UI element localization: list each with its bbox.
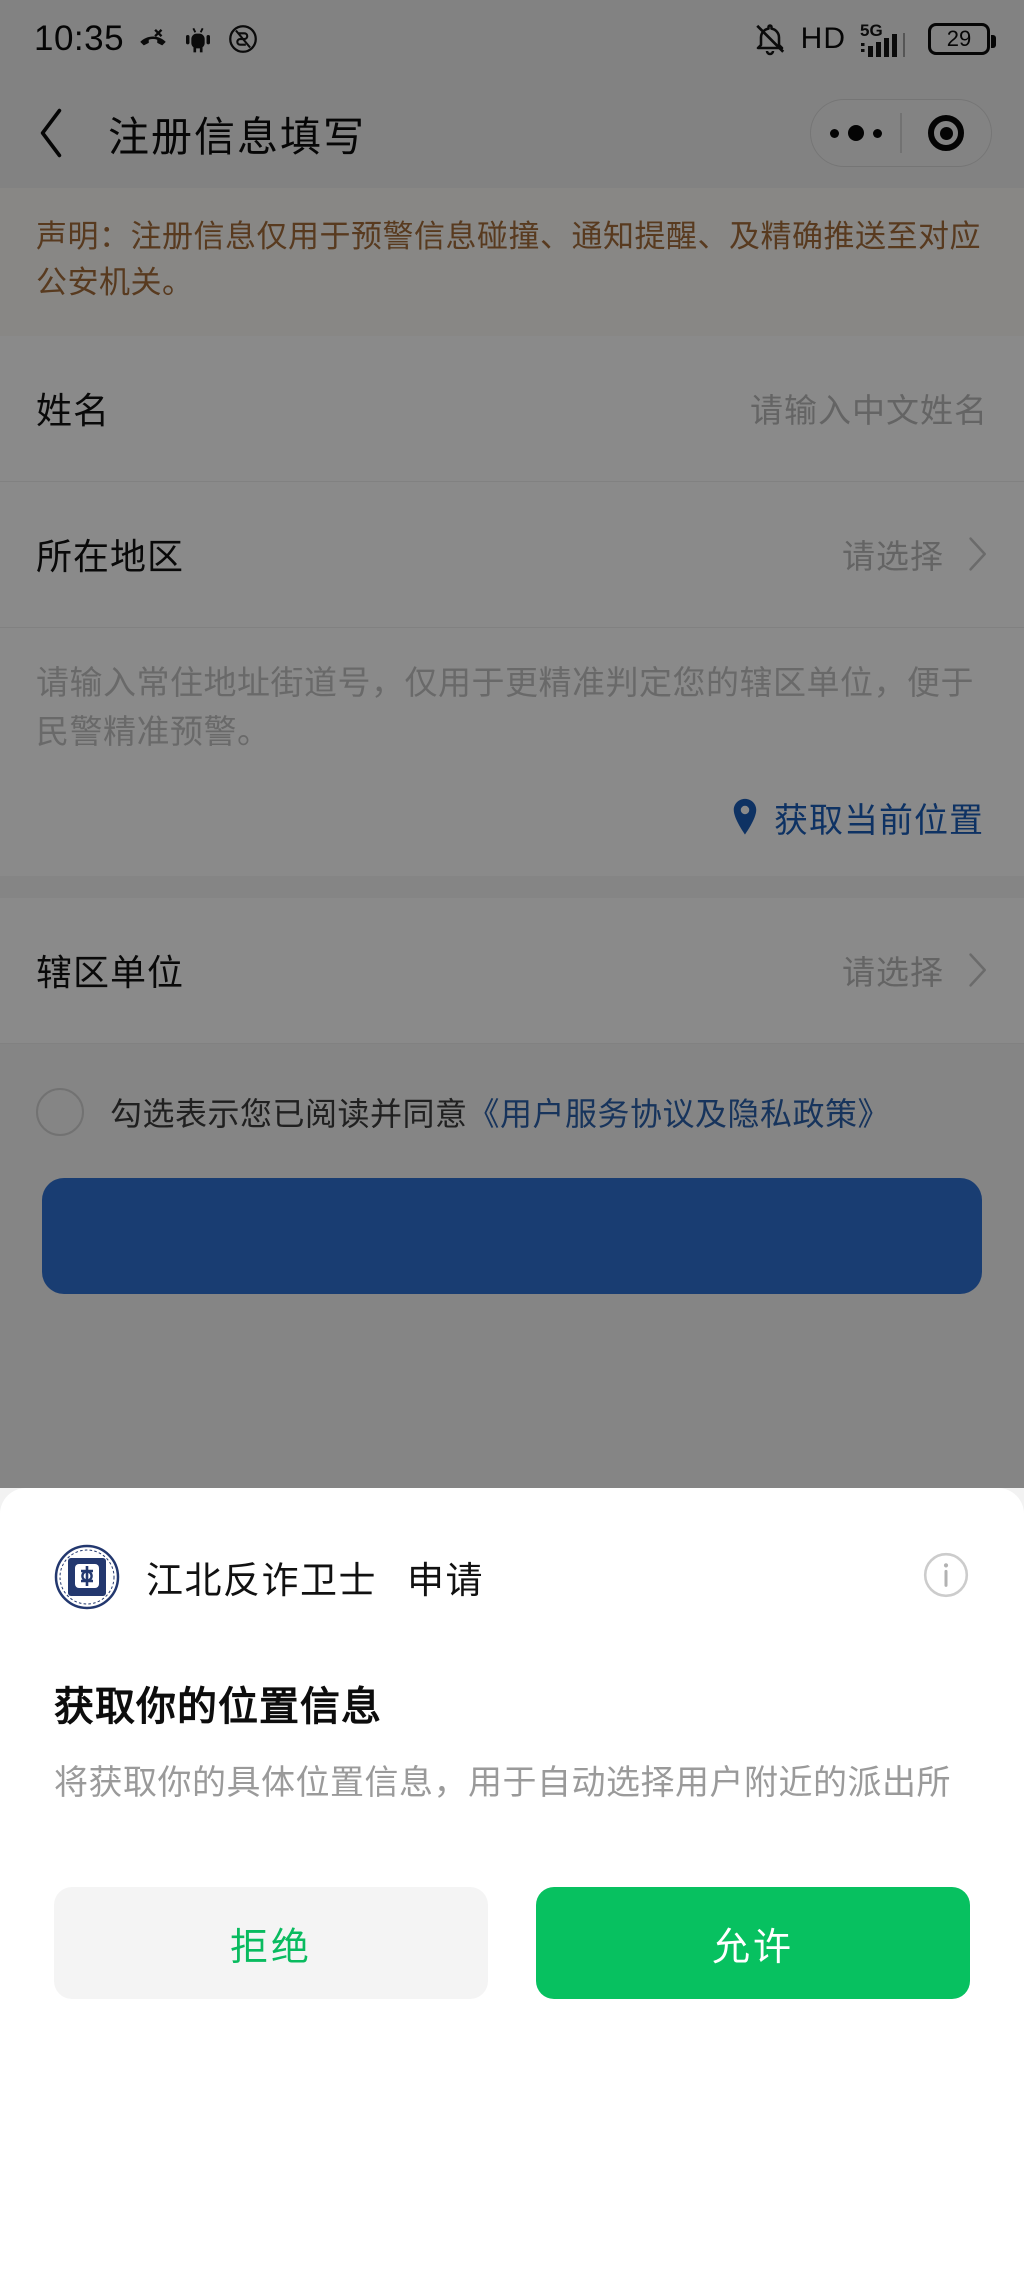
dialog-action-word: 申请 <box>407 1560 484 1601</box>
phone-screen: 10:35 HD 5G 29 注册信息填写 声明：注册信息仅用于预警信息碰撞、通… <box>0 0 1024 2276</box>
modal-scrim[interactable] <box>0 0 1024 1488</box>
dialog-body: 将获取你的具体位置信息，用于自动选择用户附近的派出所 <box>54 1764 951 1802</box>
dialog-buttons: 拒绝 允许 <box>54 1887 970 1999</box>
dialog-app-name: 江北反诈卫士 <box>146 1560 377 1601</box>
dialog-title: 获取你的位置信息 <box>54 1685 382 1729</box>
allow-button[interactable]: 允许 <box>536 1887 970 1999</box>
permission-dialog: 江北反诈卫士 申请 获取你的位置信息 将获取你的具体位置信息，用于自动选择用户附… <box>0 1488 1024 2276</box>
deny-button[interactable]: 拒绝 <box>54 1887 488 1999</box>
info-circle-icon[interactable] <box>922 1551 970 1604</box>
dialog-header: 江北反诈卫士 申请 <box>54 1488 970 1610</box>
police-badge-logo <box>54 1544 120 1610</box>
